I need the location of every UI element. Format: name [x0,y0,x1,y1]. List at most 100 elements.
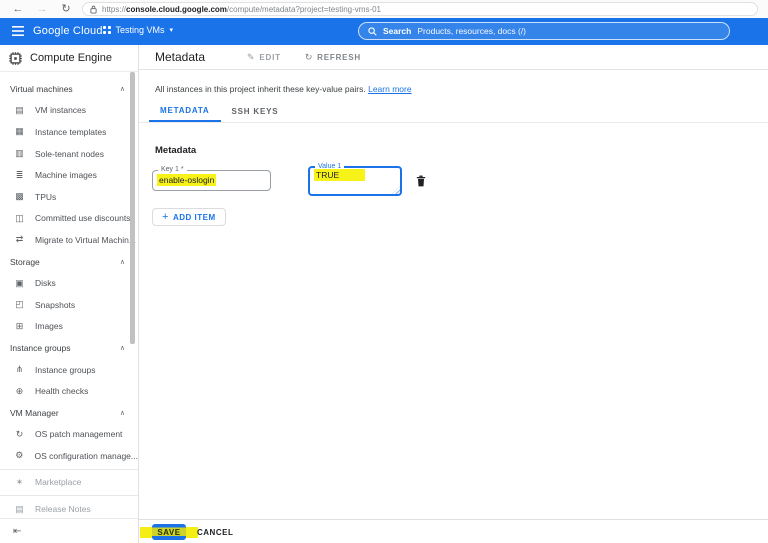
health-checks-icon: ⊕ [15,385,24,396]
sidebar-item-label: Migrate to Virtual Machin... [35,234,136,245]
sidebar-item-tpus[interactable]: ▩ TPUs [0,186,138,208]
compute-engine-icon [9,51,22,65]
divider [0,495,138,497]
snapshots-icon: ◰ [15,299,24,310]
sidebar-item-label: OS configuration manage... [34,450,138,461]
sidebar-item-os-configuration-manage[interactable]: ⚙ OS configuration manage... [0,445,138,467]
url-text: https://console.cloud.google.com/compute… [102,4,381,14]
sidebar-item-label: Images [35,321,63,332]
sidebar-item-label: TPUs [35,191,57,202]
sidebar-item-sole-tenant-nodes[interactable]: ▥ Sole-tenant nodes [0,143,138,165]
sidebar-item-machine-images[interactable]: ≣ Machine images [0,164,138,186]
tab-metadata[interactable]: METADATA [149,100,221,122]
sidebar-item-label: Instance groups [35,364,96,375]
chevron-down-icon: ▾ [169,27,174,34]
address-bar[interactable]: https://console.cloud.google.com/compute… [82,2,758,16]
sidebar-item-images[interactable]: ⊞ Images [0,316,138,338]
page-description: All instances in this project inherit th… [155,84,412,94]
sidebar-section-label: Storage [10,256,40,267]
sidebar-item-label: Health checks [35,386,89,397]
save-button[interactable]: SAVE [152,524,186,540]
refresh-button[interactable]: ↻ REFRESH [305,52,361,63]
sidebar-section-label: VM Manager [10,407,59,418]
search-icon [368,26,377,36]
sidebar-item-label: OS patch management [35,429,123,440]
chevron-up-icon: ∧ [119,409,125,417]
page-title: Metadata [155,50,206,64]
page-header: Metadata ✎ EDIT ↻ REFRESH [139,45,768,70]
sidebar-item-os-patch-management[interactable]: ↻ OS patch management [0,424,138,446]
sidebar-item-migrate-to-virtual-machin[interactable]: ⇄ Migrate to Virtual Machin... [0,229,138,251]
browser-forward-icon[interactable]: → [30,0,54,18]
instance-templates-icon: ▦ [15,126,24,137]
search-input[interactable]: Search Products, resources, docs (/) [358,22,730,40]
sidebar-item-label: Committed use discounts [35,213,131,224]
sidebar-section-instance-groups[interactable]: Instance groups ∧ [0,337,138,359]
add-item-button[interactable]: + ADD ITEM [152,208,226,226]
sidebar-item-health-checks[interactable]: ⊕ Health checks [0,380,138,402]
sidebar-item-label: Release Notes [35,504,91,515]
sidebar-item-instance-groups[interactable]: ⋔ Instance groups [0,359,138,381]
refresh-icon: ↻ [304,51,314,62]
delete-item-button[interactable] [416,175,426,190]
os-config-icon: ⚙ [15,450,24,461]
tab-ssh-keys[interactable]: SSH KEYS [221,100,290,122]
sidebar-item-label: VM instances [35,105,87,116]
edit-button[interactable]: ✎ EDIT [247,52,281,63]
pencil-icon: ✎ [247,51,256,62]
sidebar-item-snapshots[interactable]: ◰ Snapshots [0,294,138,316]
divider [139,122,768,123]
sidebar-item-label: Marketplace [35,477,82,488]
learn-more-link[interactable]: Learn more [368,84,411,94]
value-input[interactable]: Value 1 TRUE [308,163,402,196]
sidebar-section-vm-manager[interactable]: VM Manager ∧ [0,402,138,424]
sidebar-item-instance-templates[interactable]: ▦ Instance templates [0,121,138,143]
browser-refresh-icon[interactable]: ↻ [54,0,78,18]
key-field-value: enable-oslogin [157,174,217,186]
committed-use-discounts-icon: ◫ [15,212,24,223]
sidebar-item-disks[interactable]: ▣ Disks [0,272,138,294]
cancel-button[interactable]: CANCEL [197,524,233,540]
sidebar-item-release-notes[interactable]: ▤ Release Notes [0,498,138,520]
migrate-icon: ⇄ [15,234,24,245]
project-name: Testing VMs [115,25,165,35]
release-notes-icon: ▤ [15,503,24,514]
google-cloud-logo[interactable]: Google Cloud [33,25,103,37]
value-field-value: TRUE [314,169,366,181]
sole-tenant-nodes-icon: ▥ [15,148,24,159]
browser-toolbar: ← → ↻ https://console.cloud.google.com/c… [0,0,768,18]
menu-icon[interactable] [12,26,24,36]
key-input[interactable]: Key 1 * enable-oslogin [152,166,271,191]
disks-icon: ▣ [15,277,24,288]
marketplace-icon: ✶ [15,476,24,487]
sidebar-section-storage[interactable]: Storage ∧ [0,251,138,273]
sidebar-item-marketplace[interactable]: ✶ Marketplace [0,472,138,494]
sidebar-item-label: Machine images [35,170,97,181]
sidebar-section-label: Virtual machines [10,83,73,94]
sidebar-item-vm-instances[interactable]: ▤ VM instances [0,100,138,122]
tab-bar: METADATA SSH KEYS [149,100,289,122]
main-content: Metadata ✎ EDIT ↻ REFRESH All instances … [139,45,768,543]
sidebar-item-committed-use-discounts[interactable]: ◫ Committed use discounts [0,208,138,230]
sidebar-section-label: Instance groups [10,342,71,353]
sidebar-item-label: Disks [35,278,56,289]
search-placeholder: Products, resources, docs (/) [417,26,527,36]
tpus-icon: ▩ [15,191,24,202]
sidebar: Compute Engine Virtual machines ∧ ▤ VM inst… [0,45,139,543]
sidebar-item-label: Sole-tenant nodes [35,148,104,159]
sidebar-scrollbar[interactable] [130,72,135,344]
browser-back-icon[interactable]: ← [6,0,30,18]
collapse-sidebar-button[interactable]: ⇤ [0,518,138,543]
app-header: Google Cloud Testing VMs ▾ Search Produc… [0,18,768,45]
sidebar-section-virtual-machines[interactable]: Virtual machines ∧ [0,78,138,100]
machine-images-icon: ≣ [15,169,24,180]
chevron-up-icon: ∧ [119,85,125,93]
divider [139,519,768,520]
project-selector[interactable]: Testing VMs ▾ [103,25,173,35]
resize-handle[interactable] [392,186,400,194]
app-window: ← → ↻ https://console.cloud.google.com/c… [0,0,768,543]
instance-groups-icon: ⋔ [15,364,24,375]
metadata-section-title: Metadata [155,145,197,156]
chevron-up-icon: ∧ [119,258,125,266]
divider [0,468,138,470]
